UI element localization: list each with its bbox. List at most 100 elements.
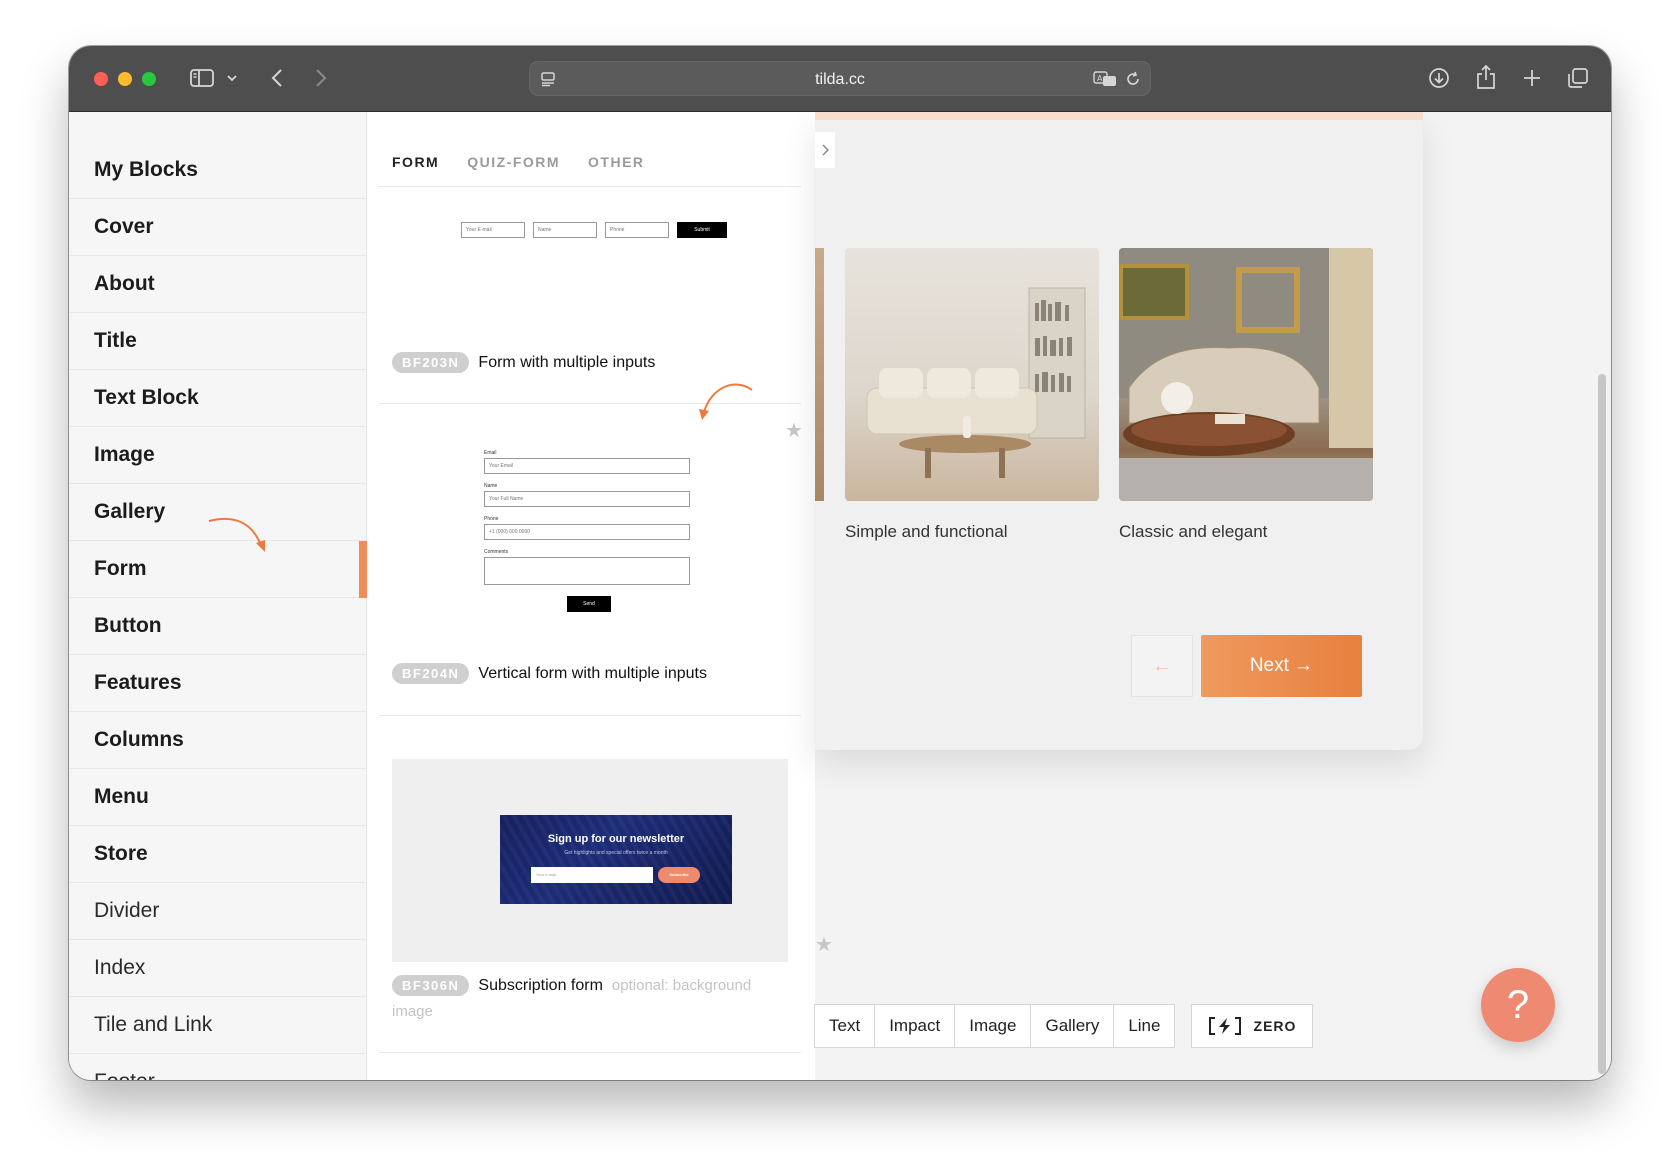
- toolbar-line-button[interactable]: Line: [1113, 1004, 1176, 1048]
- block-optional-note: image: [392, 1003, 433, 1020]
- sidebar-item-label: Footer: [94, 1070, 155, 1080]
- sidebar-item-index[interactable]: Index: [69, 940, 367, 997]
- sidebar-item-label: Title: [94, 329, 137, 352]
- preview-name-input: Name: [533, 222, 597, 238]
- toolbar-text-button[interactable]: Text: [814, 1004, 876, 1048]
- sidebar-item-label: My Blocks: [94, 158, 198, 181]
- sidebar-item-tile-and-link[interactable]: Tile and Link: [69, 997, 367, 1054]
- decorative-stripe: [815, 112, 1423, 120]
- sidebar-item-columns[interactable]: Columns: [69, 712, 367, 769]
- sidebar-item-menu[interactable]: Menu: [69, 769, 367, 826]
- sidebar-item-title[interactable]: Title: [69, 313, 367, 370]
- preview-name-input: Your Full Name: [484, 491, 690, 507]
- sidebar-item-label: Cover: [94, 215, 154, 238]
- zero-block-icon: [1208, 1017, 1241, 1035]
- block-caption: BF204N Vertical form with multiple input…: [392, 663, 707, 684]
- preview-email-input: Your Email: [484, 458, 690, 474]
- preview-comments-textarea: [484, 557, 690, 585]
- browser-window: tilda.cc A My Blocks Cover About Title T…: [69, 46, 1611, 1080]
- newsletter-subheading: Get highlights and special offers twice …: [564, 850, 668, 856]
- toolbar-impact-button[interactable]: Impact: [874, 1004, 956, 1048]
- svg-text:A: A: [1097, 74, 1103, 83]
- block-title: Vertical form with multiple inputs: [478, 664, 707, 682]
- address-bar[interactable]: tilda.cc A: [529, 61, 1151, 96]
- downloads-icon[interactable]: [1426, 65, 1452, 91]
- decorative-pattern: [500, 815, 732, 904]
- photo-partial: [815, 248, 824, 501]
- toolbar-gallery-button[interactable]: Gallery: [1030, 1004, 1115, 1048]
- tab-form[interactable]: FORM: [392, 154, 439, 170]
- favorite-star-icon[interactable]: ★: [815, 932, 833, 957]
- zero-block-button[interactable]: ZERO: [1191, 1004, 1313, 1048]
- page-content: My Blocks Cover About Title Text Block I…: [69, 112, 1611, 1080]
- sidebar-item-my-blocks[interactable]: My Blocks: [69, 142, 367, 199]
- sidebar-item-label: Button: [94, 614, 162, 637]
- sidebar-item-about[interactable]: About: [69, 256, 367, 313]
- sidebar-item-label: Text Block: [94, 386, 199, 409]
- next-button[interactable]: Next →: [1201, 635, 1362, 697]
- photo-classic-elegant: [1119, 248, 1373, 501]
- block-category-sidebar: My Blocks Cover About Title Text Block I…: [69, 112, 367, 1080]
- block-title: Subscription form: [478, 976, 603, 994]
- sidebar-item-text-block[interactable]: Text Block: [69, 370, 367, 427]
- sidebar-item-button[interactable]: Button: [69, 598, 367, 655]
- scrollbar[interactable]: [1598, 374, 1606, 1074]
- sidebar-item-label: Index: [94, 956, 146, 979]
- sidebar-toggle-icon[interactable]: [189, 66, 215, 90]
- help-button[interactable]: ?: [1481, 968, 1555, 1042]
- sidebar-item-features[interactable]: Features: [69, 655, 367, 712]
- block-toolbar: Text Impact Image Gallery Line: [814, 1004, 1176, 1048]
- zoom-window-button[interactable]: [142, 72, 156, 86]
- photo-caption: Classic and elegant: [1119, 522, 1268, 541]
- collapse-panel-button[interactable]: [815, 132, 835, 168]
- close-window-button[interactable]: [94, 72, 108, 86]
- preview-label: Comments: [484, 549, 509, 555]
- divider: [379, 186, 801, 187]
- block-code-badge: BF204N: [392, 663, 470, 684]
- newsletter-subscribe-button: Subscribe: [658, 867, 700, 883]
- tab-other[interactable]: OTHER: [588, 154, 645, 170]
- minimize-window-button[interactable]: [118, 72, 132, 86]
- sidebar-item-footer[interactable]: Footer: [69, 1054, 367, 1080]
- sidebar-item-label: Form: [94, 557, 147, 580]
- reload-icon[interactable]: [1124, 70, 1142, 88]
- sidebar-item-cover[interactable]: Cover: [69, 199, 367, 256]
- sidebar-item-label: Image: [94, 443, 155, 466]
- hint-arrow-icon: [699, 383, 753, 420]
- back-icon[interactable]: [267, 66, 287, 90]
- newsletter-email-input: Your e-mail: [531, 867, 653, 883]
- chevron-right-icon: [822, 144, 829, 156]
- url-text: tilda.cc: [815, 70, 865, 88]
- sidebar-item-label: Gallery: [94, 500, 166, 523]
- block-caption: BF306N Subscription form optional: backg…: [392, 975, 751, 996]
- previous-button[interactable]: ←: [1131, 635, 1193, 697]
- sidebar-item-divider[interactable]: Divider: [69, 883, 367, 940]
- block-code-badge: BF306N: [392, 975, 470, 996]
- sidebar-item-label: About: [94, 272, 155, 295]
- translate-icon[interactable]: A: [1092, 70, 1118, 88]
- photo-simple-functional: [845, 248, 1099, 501]
- browser-toolbar: tilda.cc A: [69, 46, 1611, 112]
- hint-arrow-icon: [208, 517, 265, 552]
- share-icon[interactable]: [1474, 63, 1498, 91]
- tab-overview-icon[interactable]: [1565, 65, 1591, 91]
- chevron-down-icon[interactable]: [225, 70, 239, 86]
- preview-label: Name: [484, 483, 498, 489]
- new-tab-icon[interactable]: [1520, 66, 1544, 90]
- sidebar-item-image[interactable]: Image: [69, 427, 367, 484]
- toolbar-image-button[interactable]: Image: [954, 1004, 1032, 1048]
- sidebar-item-store[interactable]: Store: [69, 826, 367, 883]
- preview-label: Email: [484, 450, 497, 456]
- preview-label: Phone: [484, 516, 499, 522]
- zero-label: ZERO: [1253, 1018, 1297, 1034]
- block-preview-background: Sign up for our newsletter Get highlight…: [392, 759, 788, 962]
- tab-quiz-form[interactable]: QUIZ-FORM: [467, 154, 560, 170]
- sidebar-item-label: Columns: [94, 728, 184, 751]
- block-type-tabs: FORM QUIZ-FORM OTHER: [392, 154, 645, 170]
- preview-send-button: Send: [567, 596, 611, 612]
- sidebar-item-label: Store: [94, 842, 148, 865]
- favorite-star-icon[interactable]: ★: [785, 418, 803, 443]
- forward-icon[interactable]: [311, 66, 331, 90]
- divider: [379, 1052, 801, 1053]
- block-code-badge: BF203N: [392, 352, 470, 373]
